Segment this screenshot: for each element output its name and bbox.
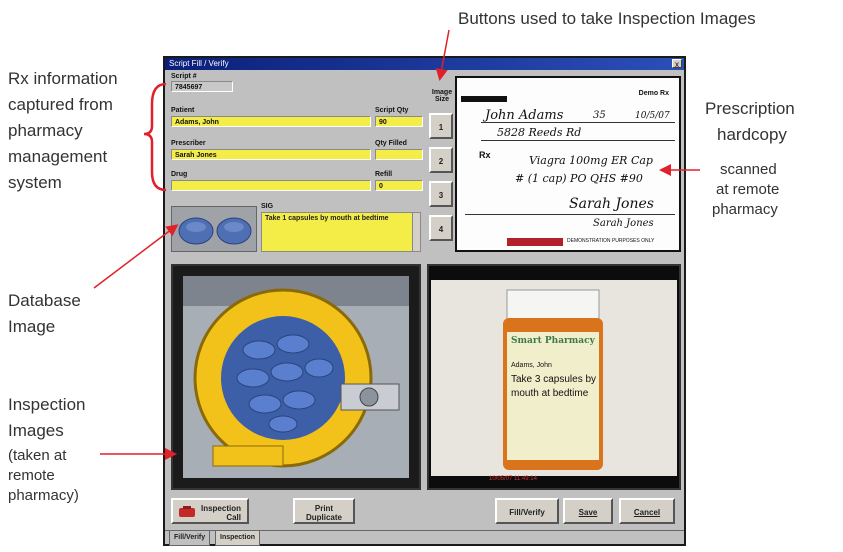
rx-patient-name: John Adams xyxy=(485,108,564,123)
sig-scrollbar[interactable] xyxy=(412,213,420,251)
callout-line: Images xyxy=(8,421,64,440)
rx-date: 10/5/07 xyxy=(635,111,670,121)
image-size-button-3[interactable]: 3 xyxy=(429,181,453,207)
rx-footer: DEMONSTRATION PURPOSES ONLY xyxy=(567,238,655,244)
callout-line: at remote xyxy=(716,181,780,198)
fill-verify-button[interactable]: Fill/Verify xyxy=(495,498,559,524)
rx-timestamp-overlay xyxy=(507,238,563,246)
callout-rx-information: Rx information captured from pharmacy ma… xyxy=(8,66,118,196)
bottle-pharmacy: Smart Pharmacy xyxy=(511,336,595,346)
patient-label: Patient xyxy=(171,107,195,114)
bottle-patient: Adams, John xyxy=(511,362,552,369)
rx-signature: Sarah Jones xyxy=(569,196,654,212)
pill-bottle-top-image xyxy=(173,266,419,488)
bottle-timestamp: 10/05/07 11:49:14 xyxy=(489,476,537,482)
close-button[interactable]: x xyxy=(672,59,682,69)
script-fill-verify-window: Script Fill / Verify x Script # 7845697 … xyxy=(163,56,686,546)
script-qty-field[interactable]: 90 xyxy=(375,116,423,127)
callout-line: remote xyxy=(8,467,55,484)
refill-label: Refill xyxy=(375,171,393,178)
image-size-button-1[interactable]: 1 xyxy=(429,113,453,139)
image-size-line: Image xyxy=(431,89,453,96)
qty-filled-field[interactable] xyxy=(375,149,423,160)
drug-label: Drug xyxy=(171,171,188,178)
callout-buttons: Buttons used to take Inspection Images xyxy=(458,9,756,28)
tab-inspection[interactable]: Inspection xyxy=(215,531,261,546)
prescription-scan: Demo Rx John Adams 35 10/5/07 5828 Reeds… xyxy=(455,76,681,252)
bottle-line-1: Take 3 capsules by xyxy=(511,374,597,385)
callout-line: captured from xyxy=(8,95,113,114)
callout-line: pharmacy) xyxy=(8,487,79,504)
sig-field[interactable]: Take 1 capsules by mouth at bedtime xyxy=(261,212,421,252)
drug-field[interactable] xyxy=(171,180,371,191)
rx-rule xyxy=(465,214,675,215)
rx-rule xyxy=(481,122,675,123)
prescriber-field[interactable]: Sarah Jones xyxy=(171,149,371,160)
callout-line: scanned xyxy=(720,161,777,178)
callout-line: pharmacy xyxy=(712,201,778,218)
callout-database-image: Database Image xyxy=(8,288,81,340)
patient-field[interactable]: Adams, John xyxy=(171,116,371,127)
phone-icon xyxy=(179,506,195,517)
rx-line-1: Viagra 100mg ER Cap xyxy=(529,154,653,167)
image-size-label: Image Size xyxy=(429,89,455,103)
prescriber-label: Prescriber xyxy=(171,140,206,147)
script-number-field[interactable]: 7845697 xyxy=(171,81,233,92)
rx-header-bar xyxy=(461,96,507,102)
pill-icon xyxy=(178,217,252,245)
print-duplicate-button[interactable]: Print Duplicate xyxy=(293,498,355,524)
callout-line: management xyxy=(8,147,108,166)
callout-inspection-images: Inspection Images xyxy=(8,392,86,444)
image-size-button-2[interactable]: 2 xyxy=(429,147,453,173)
callout-line: Rx information xyxy=(8,69,118,88)
inspection-call-button[interactable]: Inspection Call xyxy=(171,498,249,524)
callout-prescription: Prescription hardcopy xyxy=(705,96,795,148)
rx-address: 5828 Reeds Rd xyxy=(497,126,582,139)
title-bar: Script Fill / Verify xyxy=(165,58,684,70)
sig-label: SIG xyxy=(261,203,274,210)
rx-mark: Rx xyxy=(479,150,491,160)
image-size-button-4[interactable]: 4 xyxy=(429,215,453,241)
callout-line: Database xyxy=(8,291,81,310)
callout-line: system xyxy=(8,173,62,192)
image-size-line: Size xyxy=(434,96,449,103)
rx-header: Demo Rx xyxy=(638,90,669,97)
callout-line: hardcopy xyxy=(717,125,787,144)
callout-line: Inspection xyxy=(8,395,86,414)
callout-line: (taken at xyxy=(8,447,67,464)
inspection-image-left xyxy=(171,264,421,490)
script-number-label: Script # xyxy=(171,73,197,80)
callout-line: Prescription xyxy=(705,99,795,118)
script-qty-label: Script Qty xyxy=(375,107,409,114)
callout-line: Image xyxy=(8,317,56,336)
callout-prescription-note: scanned at remote pharmacy xyxy=(712,160,779,220)
cancel-button[interactable]: Cancel xyxy=(619,498,675,524)
tab-fill-verify[interactable]: Fill/Verify xyxy=(169,531,211,546)
database-image xyxy=(171,206,257,252)
sig-text: Take 1 capsules by mouth at bedtime xyxy=(265,215,389,222)
callout-line: pharmacy xyxy=(8,121,83,140)
save-button[interactable]: Save xyxy=(563,498,613,524)
rx-age: 35 xyxy=(593,110,606,121)
rx-printed-name: Sarah Jones xyxy=(593,218,654,229)
refill-field[interactable]: 0 xyxy=(375,180,423,191)
qty-filled-label: Qty Filled xyxy=(375,140,407,147)
print-duplicate-line: Duplicate xyxy=(305,513,342,522)
inspection-image-right: Smart Pharmacy Adams, John Take 3 capsul… xyxy=(427,264,681,490)
callout-inspection-note: (taken at remote pharmacy) xyxy=(8,446,79,506)
print-duplicate-line: Print xyxy=(314,504,334,513)
rx-line-2: # (1 cap) PO QHS #90 xyxy=(515,172,643,185)
bottle-line-2: mouth at bedtime xyxy=(511,388,589,399)
rx-rule xyxy=(481,140,675,141)
